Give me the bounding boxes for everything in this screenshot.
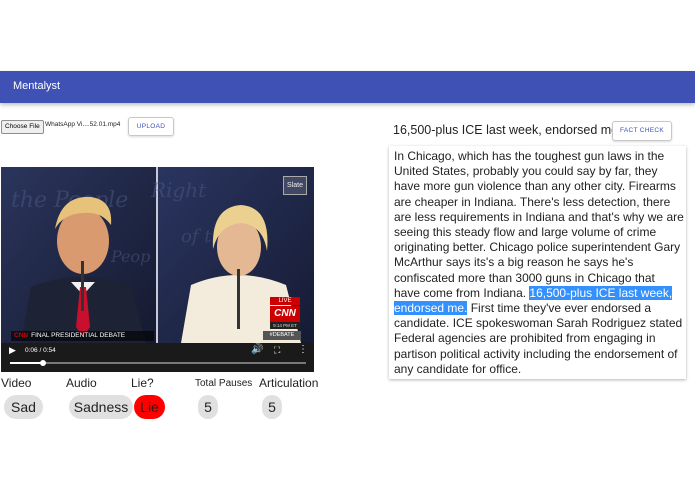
articulation-chip: 5 [262, 395, 282, 419]
hashtag-badge: #DEBATE [263, 331, 301, 340]
svg-text:Right: Right [150, 178, 207, 202]
total-pauses-chip: 5 [198, 395, 218, 419]
progress-thumb[interactable] [39, 360, 46, 366]
cnn-logo: CNN [270, 306, 300, 322]
selected-claim: 16,500-plus ICE last week, endorsed me. [393, 123, 622, 137]
upload-button[interactable]: UPLOAD [128, 117, 174, 136]
svg-text:Peop: Peop [110, 247, 150, 266]
progress-fill [10, 362, 43, 364]
lie-label: Lie? [131, 376, 154, 390]
progress-track[interactable] [10, 360, 306, 366]
video-emotion-chip: Sad [4, 395, 43, 419]
transcript-text[interactable]: In Chicago, which has the toughest gun l… [394, 149, 684, 377]
more-options-icon[interactable]: ⋮ [298, 344, 308, 355]
transcript-panel[interactable]: In Chicago, which has the toughest gun l… [389, 146, 686, 379]
time-display: 0:06 / 0:54 [25, 347, 56, 354]
debate-scene: the People Right of the Peop [1, 167, 314, 343]
selected-file-name: WhatsApp Vi....52.01.mp4 [45, 121, 121, 128]
video-label: Video [1, 376, 32, 390]
clock-text: 9:14 PM ET [270, 322, 300, 329]
live-badge: LIVE [270, 297, 300, 305]
articulation-label: Articulation [259, 376, 319, 390]
volume-icon[interactable]: 🔊 [251, 344, 263, 355]
slate-watermark: Slate [283, 176, 307, 195]
lie-result-chip: Lie [134, 395, 165, 419]
video-controls: ▶ 0:06 / 0:54 🔊 ⛶ ⋮ [1, 343, 314, 372]
lower-third-text: FINAL PRESIDENTIAL DEBATE [31, 332, 126, 339]
app-bar: Mentalyst [0, 71, 695, 103]
fact-check-button[interactable]: FACT CHECK [612, 121, 672, 141]
cnn-bug: CNN [14, 332, 29, 339]
audio-emotion-chip: Sadness [69, 395, 133, 419]
transcript-before: In Chicago, which has the toughest gun l… [394, 149, 684, 300]
video-player[interactable]: the People Right of the Peop Slate CNN FI… [1, 167, 314, 372]
video-frame: the People Right of the Peop Slate CNN FI… [1, 167, 314, 343]
audio-label: Audio [66, 376, 97, 390]
fullscreen-icon[interactable]: ⛶ [274, 345, 280, 356]
total-pauses-label: Total Pauses [195, 378, 253, 389]
lower-third: CNN FINAL PRESIDENTIAL DEBATE [11, 331, 154, 341]
app-title: Mentalyst [13, 80, 61, 92]
choose-file-button[interactable]: Choose File [1, 120, 44, 134]
play-icon[interactable]: ▶ [9, 345, 16, 356]
